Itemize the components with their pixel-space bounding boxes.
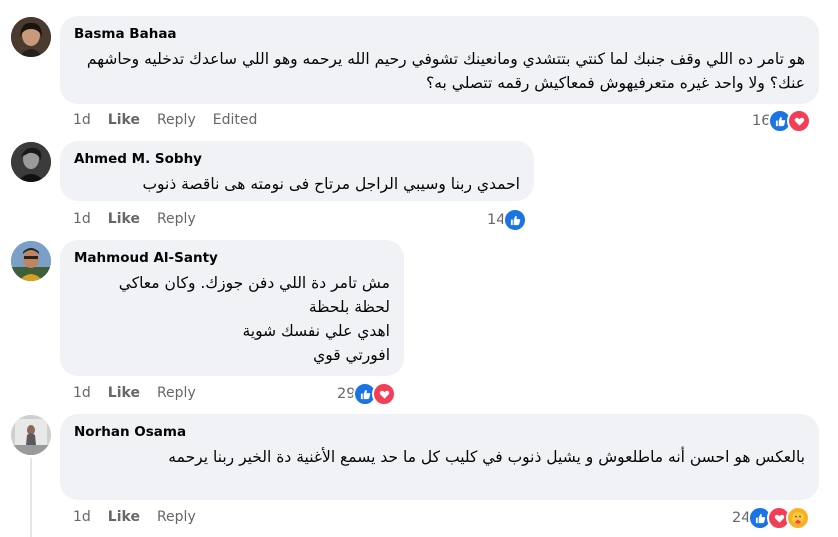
comment-author[interactable]: Ahmed M. Sobhy [74, 150, 520, 168]
like-button[interactable]: Like [108, 384, 140, 402]
comment-author[interactable]: Norhan Osama [74, 423, 805, 441]
reply-button[interactable]: Reply [157, 210, 196, 228]
comment-text: مش تامر دة اللي دفن جوزك. وكان معاكي لحظ… [118, 274, 390, 364]
avatar[interactable] [11, 415, 51, 455]
care-icon [786, 506, 811, 530]
reaction-summary[interactable]: 29 [337, 382, 397, 406]
avatar[interactable] [11, 241, 51, 281]
comment-text: احمدي ربنا وسيبي الراجل مرتاح فى نومته ه… [142, 175, 520, 193]
comment-time[interactable]: 1d [73, 384, 91, 402]
comment-text: هو تامر ده اللي وقف جنبك لما كنتي بتتشدي… [86, 50, 805, 92]
reply-button[interactable]: Reply [157, 508, 196, 526]
comment-actions: 1d Like Reply [73, 384, 213, 402]
comment-actions: 1d Like Reply [73, 210, 213, 228]
comment-time[interactable]: 1d [73, 210, 91, 228]
avatar[interactable] [11, 17, 51, 57]
comment-time[interactable]: 1d [73, 111, 91, 129]
thread-line [30, 458, 32, 537]
love-icon [372, 382, 397, 406]
avatar[interactable] [11, 142, 51, 182]
comment-text: بالعكس هو احسن أنه ماطلعوش و يشيل ذنوب ف… [168, 448, 805, 466]
comment-bubble: Basma Bahaa هو تامر ده اللي وقف جنبك لما… [60, 16, 819, 104]
like-button[interactable]: Like [108, 210, 140, 228]
comment-actions: 1d Like Reply [73, 508, 213, 526]
reaction-summary[interactable]: 16 [752, 109, 812, 133]
comment-actions: 1d Like Reply Edited [73, 111, 274, 129]
comment-author[interactable]: Basma Bahaa [74, 25, 805, 43]
love-icon [787, 109, 812, 133]
like-icon [503, 208, 528, 232]
reaction-summary[interactable]: 24 [732, 506, 811, 530]
edited-label[interactable]: Edited [213, 111, 258, 129]
comment-bubble: Mahmoud Al-Santy مش تامر دة اللي دفن جوز… [60, 240, 404, 376]
reaction-summary[interactable]: 14 [487, 208, 528, 232]
comment-time[interactable]: 1d [73, 508, 91, 526]
comment-bubble: Ahmed M. Sobhy احمدي ربنا وسيبي الراجل م… [60, 141, 534, 201]
like-button[interactable]: Like [108, 508, 140, 526]
comment-author[interactable]: Mahmoud Al-Santy [74, 249, 390, 267]
comment-bubble: Norhan Osama بالعكس هو احسن أنه ماطلعوش … [60, 414, 819, 500]
reply-button[interactable]: Reply [157, 111, 196, 129]
like-button[interactable]: Like [108, 111, 140, 129]
reply-button[interactable]: Reply [157, 384, 196, 402]
